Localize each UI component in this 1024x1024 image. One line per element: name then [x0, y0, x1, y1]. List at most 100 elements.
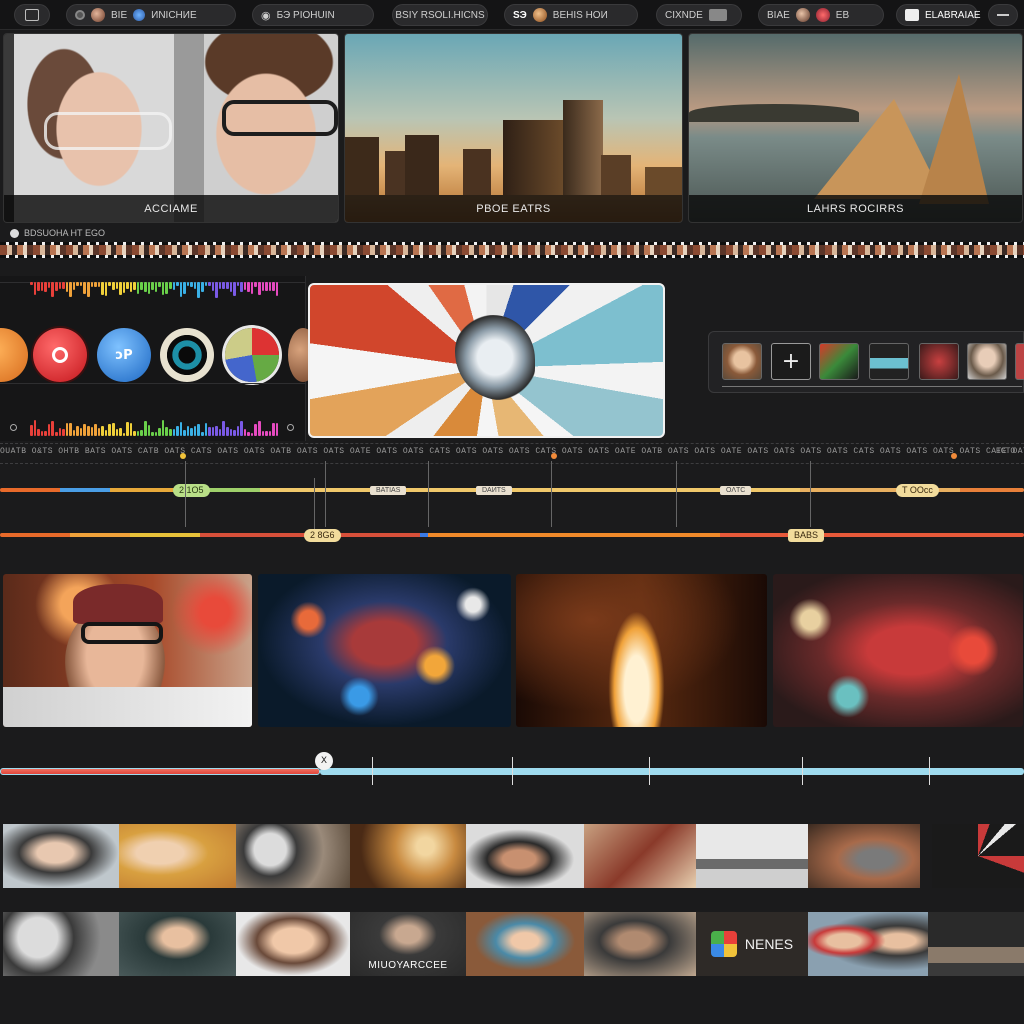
preview-card-sail[interactable]: LAHRS ROCIRRS [688, 33, 1023, 223]
preview-card-city[interactable]: PBOE EATRS [344, 33, 683, 223]
media-thumb[interactable] [466, 824, 584, 888]
effect-button-orange[interactable] [0, 328, 28, 382]
cut-marker[interactable] [676, 461, 677, 527]
waveform-bar [40, 431, 44, 436]
clip-bokeh-blue[interactable] [258, 574, 511, 727]
clip-portrait-man[interactable] [3, 574, 252, 727]
globe-icon [133, 9, 146, 21]
toolbar-menu-button[interactable] [988, 4, 1018, 26]
toolbar-media-group[interactable]: ЅЭ BEHIS HOИ [504, 4, 638, 26]
window-icon [25, 9, 39, 21]
media-thumb[interactable] [808, 912, 928, 976]
media-thumb[interactable] [928, 912, 1024, 976]
city-skyline [345, 100, 682, 195]
effect-button-lens[interactable] [160, 328, 214, 382]
toggle-icon[interactable] [287, 424, 294, 431]
playhead-handle[interactable]: X [315, 752, 333, 770]
audio-waveform-top [30, 282, 279, 298]
cut-marker[interactable] [325, 461, 326, 527]
waveform-bar [144, 282, 147, 292]
keyframe-icon[interactable] [551, 453, 557, 459]
toolbar-project-group[interactable]: BIE ИNICHИE [66, 4, 236, 26]
media-thumb[interactable] [236, 824, 350, 888]
media-thumb[interactable] [466, 912, 584, 976]
media-thumb[interactable] [584, 824, 696, 888]
effect-button-record[interactable] [33, 328, 87, 382]
media-thumb[interactable]: MIUOYARCCEE [350, 912, 466, 976]
radio-icon[interactable] [10, 228, 19, 238]
asset-thumb[interactable] [919, 343, 959, 380]
asset-thumb[interactable] [819, 343, 859, 380]
timeline-ruler[interactable]: OUATB O&TS OHTB BATS OATS CATB OATS CATS… [0, 447, 1024, 461]
waveform-bar [101, 282, 104, 295]
effect-button-color[interactable] [225, 328, 279, 382]
toolbar-search-group[interactable]: BSIY RSOLI.HICNS [392, 4, 488, 26]
media-thumb[interactable] [236, 912, 350, 976]
cut-marker[interactable] [372, 757, 373, 785]
clip-bokeh-red[interactable] [773, 574, 1023, 727]
waveform-bar [204, 423, 208, 436]
link-icon: ↄP [115, 347, 133, 363]
media-thumb[interactable] [696, 824, 808, 888]
toolbar-export-group[interactable]: CIXNDE [656, 4, 742, 26]
media-thumb[interactable] [119, 912, 236, 976]
waveform-bar [275, 423, 279, 436]
toggle-icon[interactable] [10, 424, 17, 431]
shirt-shape [3, 687, 252, 727]
media-thumb[interactable] [808, 824, 920, 888]
preview-card-portrait[interactable]: ACCIAME [3, 33, 339, 223]
waveform-bar [208, 427, 211, 436]
divider [722, 386, 1022, 387]
clip-fire-orange[interactable] [516, 574, 767, 727]
glasses-shape [81, 622, 163, 644]
asset-thumb[interactable] [869, 343, 909, 380]
cut-marker[interactable] [314, 478, 315, 534]
waveform-bar [72, 430, 76, 436]
toolbar-window-button[interactable] [14, 4, 50, 26]
waveform-bar [104, 282, 108, 296]
document-icon [905, 9, 919, 21]
cut-marker[interactable] [802, 757, 803, 785]
effect-preview-canvas[interactable] [308, 283, 665, 438]
waveform-bar [136, 282, 140, 294]
waveform-bar [147, 282, 151, 294]
cut-marker[interactable] [929, 757, 930, 785]
toolbar-user-group[interactable]: BIAE ЕВ [758, 4, 884, 26]
media-thumb[interactable] [119, 824, 236, 888]
media-thumb[interactable] [932, 824, 1024, 888]
filmstrip-track[interactable] [0, 242, 1024, 258]
timeline-track-1[interactable] [0, 488, 1024, 492]
effect-button-blue[interactable]: ↄP [97, 328, 151, 382]
asset-thumb[interactable] [1015, 343, 1024, 380]
media-thumb[interactable] [584, 912, 696, 976]
media-thumb[interactable] [3, 824, 119, 888]
keyframe-icon[interactable] [180, 453, 186, 459]
add-asset-button[interactable]: + [771, 343, 811, 380]
waveform-bar [58, 428, 62, 436]
cut-marker[interactable] [428, 461, 429, 527]
toolbar-title-group[interactable]: ELABRAIAE [896, 4, 981, 26]
waveform-bar [172, 282, 176, 290]
clip-tag[interactable]: T OOcc [896, 484, 939, 497]
cut-marker[interactable] [649, 757, 650, 785]
clip-tag[interactable]: BABS [788, 529, 825, 542]
clip-tag[interactable]: 2 1O5 [173, 484, 210, 497]
toolbar-view-group[interactable]: ◉ БЭ PIOHUIN [252, 4, 374, 26]
cut-marker[interactable] [512, 757, 513, 785]
media-thumb[interactable] [3, 912, 119, 976]
media-thumb-nenes[interactable]: NENES [696, 912, 808, 976]
timeline-track-2[interactable] [0, 533, 1024, 537]
cut-marker[interactable] [185, 461, 186, 527]
clip-tag[interactable]: BATIAS [370, 486, 407, 495]
asset-thumb[interactable] [967, 343, 1007, 380]
cut-marker[interactable] [810, 461, 811, 527]
cut-marker[interactable] [551, 461, 552, 527]
waveform-bar [261, 431, 265, 436]
waveform-bar [47, 424, 51, 436]
media-thumb[interactable] [350, 824, 466, 888]
asset-thumb[interactable] [722, 343, 762, 380]
clip-tag[interactable]: DAИTS [476, 486, 512, 495]
keyframe-icon[interactable] [951, 453, 957, 459]
clip-tag[interactable]: 2 8G6 [304, 529, 341, 542]
clip-tag[interactable]: ΟΛTС [720, 486, 752, 495]
